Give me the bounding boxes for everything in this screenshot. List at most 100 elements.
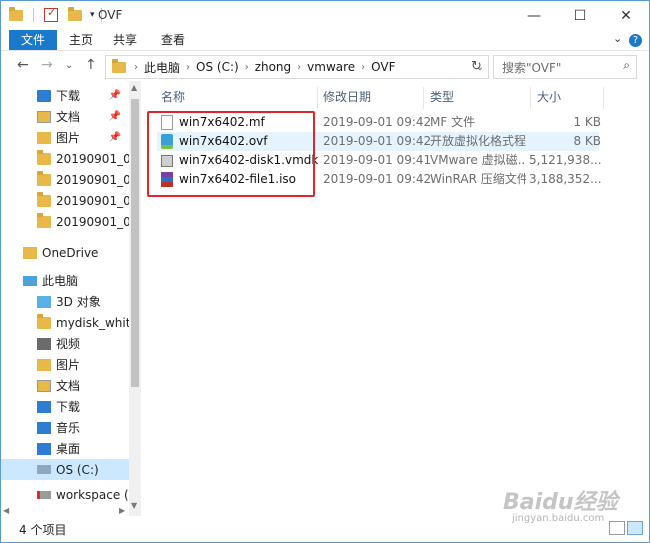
nav-item-videos[interactable]: 视频 — [1, 333, 129, 354]
item-count: 4 个项目 — [19, 523, 67, 537]
address-bar[interactable]: › 此电脑 › OS (C:) › zhong › vmware › OVF ⌄ — [105, 55, 489, 79]
onedrive-folder-icon — [23, 246, 37, 259]
expand-ribbon-chevron-icon[interactable]: ⌄ — [613, 32, 622, 45]
maximize-button[interactable]: ☐ — [557, 1, 603, 30]
scroll-right-arrow-icon[interactable]: ▶ — [119, 506, 125, 515]
customize-toolbar-dropdown-icon[interactable]: ▾ — [90, 10, 95, 20]
nav-item-this-pc[interactable]: 此电脑 — [1, 270, 129, 291]
column-header-size[interactable]: 大小 — [537, 87, 561, 107]
folder-icon — [37, 313, 51, 329]
pin-icon[interactable]: 📌 — [109, 111, 121, 122]
nav-item-downloads[interactable]: 下载 — [1, 396, 129, 417]
column-divider[interactable] — [423, 87, 424, 109]
documents-folder-icon — [37, 110, 51, 123]
column-header-type[interactable]: 类型 — [430, 87, 454, 107]
nav-item-folder[interactable]: 20190901_01_ — [1, 148, 129, 169]
navigation-pane: 下载 📌 文档 📌 图片 📌 20190901_01_ 20190901_03_… — [1, 81, 131, 516]
breadcrumb-zhong[interactable]: zhong — [251, 60, 295, 74]
column-header-name[interactable]: 名称 — [161, 87, 185, 107]
pictures-folder-icon — [37, 358, 51, 371]
scrollbar-thumb[interactable] — [131, 99, 139, 387]
videos-folder-icon — [37, 337, 51, 350]
window-title: OVF — [98, 8, 123, 22]
ribbon-tabs: 文件 主页 共享 查看 ⌄ ? — [1, 30, 649, 51]
minimize-button[interactable]: — — [511, 1, 557, 30]
address-row: ← → ⌄ ↑ › 此电脑 › OS (C:) › zhong › vmware… — [1, 51, 649, 81]
highlight-annotation-box — [147, 111, 315, 197]
desktop-folder-icon — [37, 442, 51, 455]
drive-icon — [37, 465, 51, 474]
scroll-left-arrow-icon[interactable]: ◀ — [3, 506, 9, 515]
help-icon[interactable]: ? — [629, 34, 642, 47]
tab-view[interactable]: 查看 — [153, 30, 193, 50]
nav-item-music[interactable]: 音乐 — [1, 417, 129, 438]
nav-item-downloads[interactable]: 下载 📌 — [1, 85, 129, 106]
nav-item-3d-objects[interactable]: 3D 对象 — [1, 291, 129, 312]
forward-arrow-icon[interactable]: → — [41, 57, 53, 73]
pin-icon[interactable]: 📌 — [109, 90, 121, 101]
network-drive-disconnected-icon — [37, 490, 51, 499]
search-input[interactable]: 搜索"OVF" — [502, 59, 561, 76]
download-folder-icon — [37, 89, 51, 102]
nav-item-mydisk[interactable]: mydisk_white_ — [1, 312, 129, 333]
up-arrow-icon[interactable]: ↑ — [85, 57, 97, 73]
new-folder-icon[interactable] — [68, 6, 82, 21]
3d-objects-icon — [37, 295, 51, 308]
properties-checkbox-icon[interactable]: ✓ — [44, 6, 58, 22]
folder-icon — [37, 170, 51, 186]
nav-item-folder[interactable]: 20190901_04_ — [1, 190, 129, 211]
folder-icon — [37, 212, 51, 228]
column-header-date[interactable]: 修改日期 — [323, 87, 371, 107]
back-arrow-icon[interactable]: ← — [17, 57, 29, 73]
nav-item-onedrive[interactable]: OneDrive — [1, 242, 129, 263]
nav-item-folder[interactable]: 20190901_03_ — [1, 169, 129, 190]
toolbar-divider — [33, 8, 34, 22]
nav-item-folder[interactable]: 20190901_05_ — [1, 211, 129, 232]
title-bar: ✓ ▾ OVF — ☐ ✕ — [1, 1, 649, 30]
recent-locations-chevron-icon[interactable]: ⌄ — [65, 60, 73, 71]
nav-item-documents[interactable]: 文档 — [1, 375, 129, 396]
nav-item-pictures[interactable]: 图片 📌 — [1, 127, 129, 148]
breadcrumb-chevron-icon[interactable]: › — [295, 62, 303, 73]
navigation-scrollbar[interactable]: ▲ ▼ — [129, 81, 141, 516]
tab-home[interactable]: 主页 — [61, 30, 101, 50]
breadcrumb-chevron-icon[interactable]: › — [132, 62, 140, 73]
column-divider[interactable] — [530, 87, 531, 109]
close-button[interactable]: ✕ — [603, 1, 649, 30]
breadcrumb-this-pc[interactable]: 此电脑 — [140, 59, 184, 76]
explorer-window: ✓ ▾ OVF — ☐ ✕ 文件 主页 共享 查看 ⌄ ? ← → ⌄ ↑ › … — [0, 0, 650, 543]
navigation-horizontal-scrollbar[interactable]: ◀ ▶ — [1, 506, 129, 516]
scroll-down-arrow-icon[interactable]: ▼ — [131, 501, 137, 510]
breadcrumb-ovf[interactable]: OVF — [367, 60, 399, 74]
search-icon[interactable]: ⌕ — [623, 58, 630, 73]
nav-item-os-c[interactable]: OS (C:) — [1, 459, 129, 480]
documents-folder-icon — [37, 379, 51, 392]
breadcrumb-chevron-icon[interactable]: › — [243, 62, 251, 73]
folder-icon — [112, 58, 126, 73]
search-box[interactable]: 搜索"OVF" ⌕ — [493, 55, 637, 79]
refresh-icon[interactable]: ↻ — [471, 59, 482, 74]
large-icons-view-icon[interactable] — [627, 521, 643, 535]
folder-icon — [9, 6, 23, 21]
pin-icon[interactable]: 📌 — [109, 132, 121, 143]
scroll-up-arrow-icon[interactable]: ▲ — [131, 83, 137, 92]
nav-item-desktop[interactable]: 桌面 — [1, 438, 129, 459]
column-divider[interactable] — [317, 87, 318, 109]
tab-share[interactable]: 共享 — [105, 30, 145, 50]
column-divider[interactable] — [603, 87, 604, 109]
nav-item-pictures[interactable]: 图片 — [1, 354, 129, 375]
nav-item-documents[interactable]: 文档 📌 — [1, 106, 129, 127]
nav-item-workspace[interactable]: workspace (\\ — [1, 484, 129, 505]
breadcrumb-chevron-icon[interactable]: › — [184, 62, 192, 73]
tab-file[interactable]: 文件 — [9, 30, 57, 50]
download-folder-icon — [37, 400, 51, 413]
quick-access-toolbar: ✓ ▾ — [9, 6, 102, 23]
breadcrumb-os-c[interactable]: OS (C:) — [192, 60, 243, 74]
folder-icon — [37, 191, 51, 207]
breadcrumb-chevron-icon[interactable]: › — [359, 62, 367, 73]
details-view-icon[interactable] — [609, 521, 625, 535]
computer-icon — [23, 275, 37, 286]
watermark-url: jingyan.baidu.com — [512, 513, 605, 524]
pictures-folder-icon — [37, 131, 51, 144]
breadcrumb-vmware[interactable]: vmware — [303, 60, 359, 74]
